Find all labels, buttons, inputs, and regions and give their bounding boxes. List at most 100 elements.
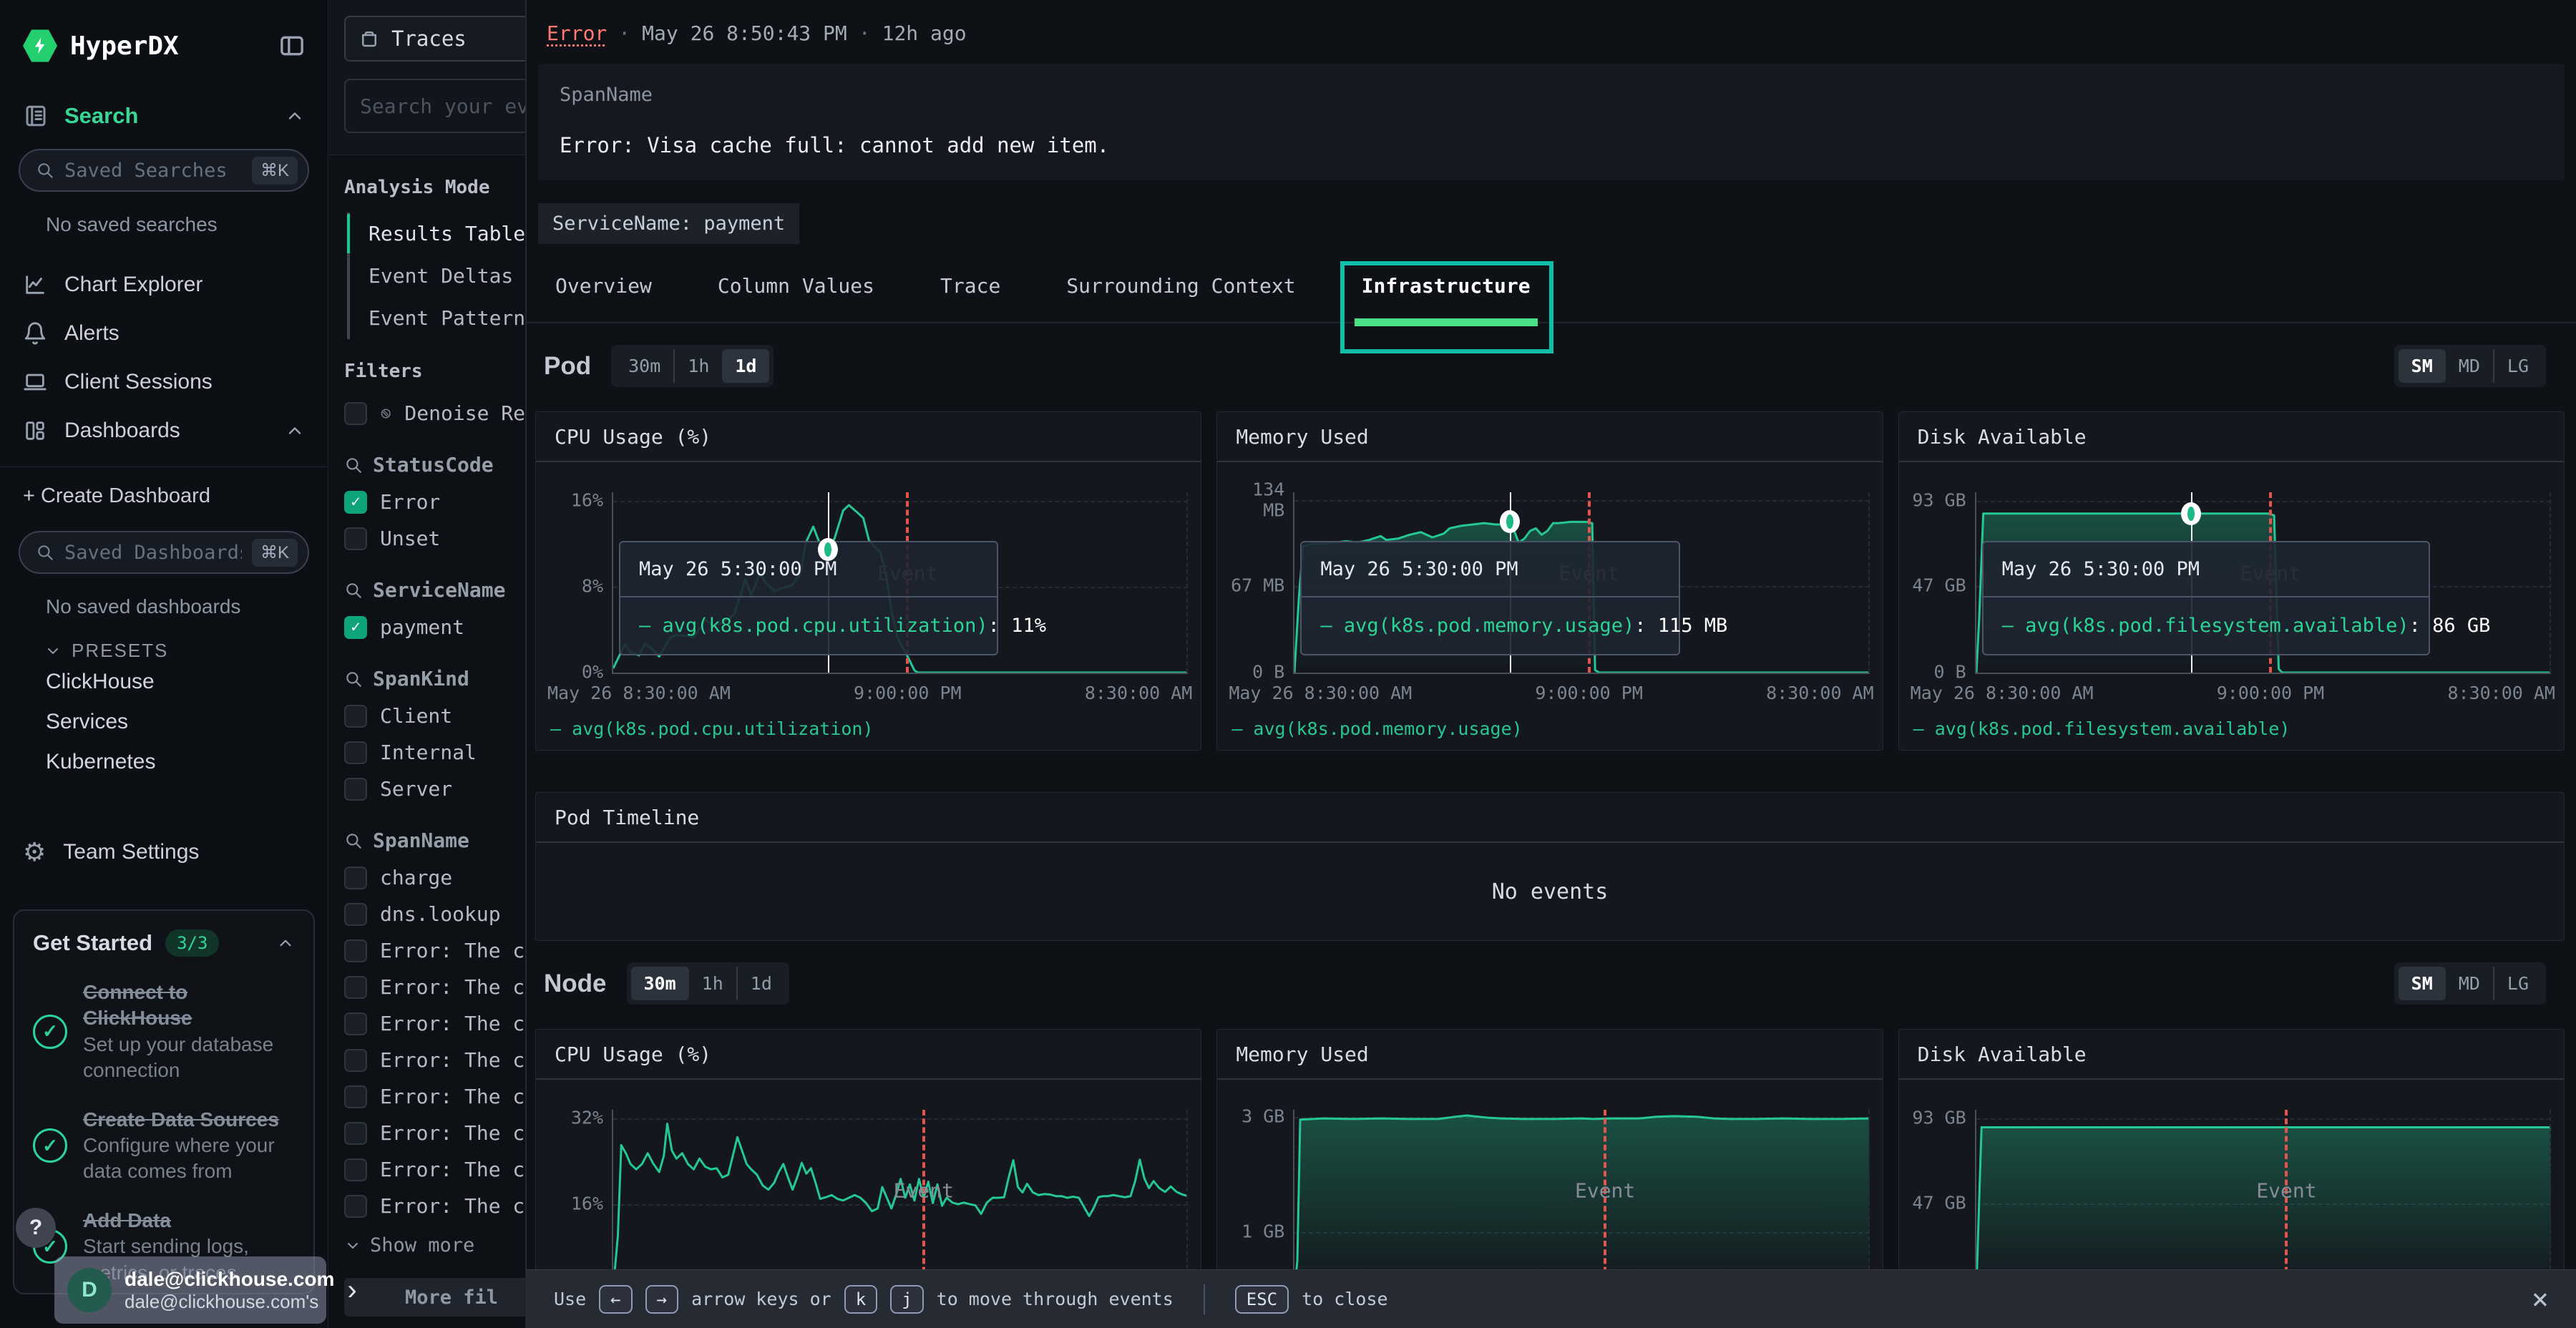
j-key[interactable]: j <box>890 1285 923 1314</box>
filter-option[interactable]: Error: The cr <box>328 1042 525 1078</box>
no-saved-searches-text: No saved searches <box>46 213 328 236</box>
more-filters-button[interactable]: More fil <box>344 1278 526 1317</box>
denoise-filter[interactable]: Denoise Re <box>328 395 525 431</box>
preset-services[interactable]: Services <box>46 702 328 742</box>
checkbox[interactable]: ✓ <box>344 616 367 639</box>
filter-option[interactable]: Error: The cr <box>328 969 525 1005</box>
analysis-mode-results-table[interactable]: Results Table <box>347 213 525 255</box>
sidebar-item-alerts[interactable]: Alerts <box>0 309 328 358</box>
tab-infrastructure[interactable]: Infrastructure <box>1362 274 1531 322</box>
checkbox[interactable] <box>344 527 367 550</box>
checkbox[interactable]: ✓ <box>344 491 367 514</box>
filter-option[interactable]: Error: The cr <box>328 1188 525 1224</box>
tab-overview[interactable]: Overview <box>555 274 652 322</box>
filter-option[interactable]: Unset <box>328 520 525 557</box>
checkbox[interactable] <box>344 778 367 801</box>
sidebar: HyperDX Search ⌘K No saved searches Char… <box>0 0 328 1328</box>
segment-option-1h[interactable]: 1h <box>689 967 736 1000</box>
filter-option[interactable]: Server <box>328 771 525 807</box>
preset-kubernetes[interactable]: Kubernetes <box>46 742 328 782</box>
denoise-checkbox[interactable] <box>344 402 367 425</box>
tab-trace[interactable]: Trace <box>940 274 1000 322</box>
user-menu[interactable]: D dale@clickhouse.com dale@clickhouse.co… <box>54 1256 326 1324</box>
search-icon <box>36 543 54 562</box>
checkbox[interactable] <box>344 939 367 962</box>
filter-option[interactable]: dns.lookup <box>328 896 525 932</box>
esc-key[interactable]: ESC <box>1235 1285 1289 1314</box>
service-name-chip[interactable]: ServiceName: payment <box>538 203 799 244</box>
filter-group-StatusCode: StatusCode <box>328 431 525 484</box>
tab-column-values[interactable]: Column Values <box>718 274 874 322</box>
analysis-mode-event-deltas[interactable]: Event Deltas <box>347 255 525 297</box>
filter-option[interactable]: Error: The cr <box>328 1151 525 1188</box>
segment-option-1d[interactable]: 1d <box>736 967 785 1000</box>
saved-searches-field[interactable] <box>64 160 242 182</box>
checkbox[interactable] <box>344 903 367 926</box>
preset-clickhouse[interactable]: ClickHouse <box>46 662 328 702</box>
step-subtitle: Set up your database connection <box>83 1032 295 1084</box>
filter-option[interactable]: Error: The cr <box>328 932 525 969</box>
help-button[interactable]: ? <box>16 1208 56 1248</box>
filter-option[interactable]: Error: The cr <box>328 1078 525 1115</box>
checkbox[interactable] <box>344 1195 367 1218</box>
checkbox[interactable] <box>344 1122 367 1145</box>
segment-option-30m[interactable]: 30m <box>631 967 689 1000</box>
sidebar-item-team-settings[interactable]: ⚙ Team Settings <box>0 825 328 879</box>
segment-option-md[interactable]: MD <box>2446 967 2493 1000</box>
collapse-sidebar-icon[interactable] <box>278 31 306 60</box>
sidebar-item-chart-explorer[interactable]: Chart Explorer <box>0 260 328 309</box>
saved-searches-input[interactable]: ⌘K <box>19 149 309 192</box>
sidebar-item-search[interactable]: Search <box>0 63 328 129</box>
get-started-step[interactable]: ✓Connect to ClickHouseSet up your databa… <box>33 980 295 1084</box>
checkbox[interactable] <box>344 705 367 728</box>
checkbox[interactable] <box>344 741 367 764</box>
segment-option-lg[interactable]: LG <box>2493 349 2542 383</box>
segment-option-30m[interactable]: 30m <box>615 349 673 383</box>
filters-label: Filters <box>344 361 525 382</box>
filter-option[interactable]: Internal <box>328 734 525 771</box>
checkbox[interactable] <box>344 1049 367 1072</box>
event-search-field[interactable] <box>360 94 526 118</box>
create-dashboard-button[interactable]: + Create Dashboard <box>0 467 328 511</box>
chevron-up-icon[interactable] <box>285 421 305 441</box>
x-axis-tick: 9:00:00 PM <box>2217 683 2325 703</box>
sidebar-item-dashboards[interactable]: Dashboards <box>0 406 328 455</box>
close-icon[interactable]: × <box>2532 1283 2549 1316</box>
checkbox[interactable] <box>344 866 367 889</box>
segment-option-1d[interactable]: 1d <box>722 349 769 383</box>
infrastructure-content: Pod 30m1h1d SMMDLG CPU Usage (%)16%8%0%E… <box>527 345 2576 1328</box>
active-tab-indicator <box>1355 318 1538 326</box>
event-search-input[interactable] <box>344 79 526 133</box>
k-key[interactable]: k <box>844 1285 877 1314</box>
get-started-header[interactable]: Get Started 3/3 <box>33 929 295 957</box>
presets-toggle[interactable]: PRESETS <box>44 640 328 662</box>
chevron-up-icon[interactable] <box>285 106 305 126</box>
segment-option-sm[interactable]: SM <box>2399 967 2446 1000</box>
segment-option-1h[interactable]: 1h <box>673 349 722 383</box>
segment-option-sm[interactable]: SM <box>2399 349 2446 383</box>
checkbox[interactable] <box>344 1085 367 1108</box>
arrow-left-key[interactable]: ← <box>599 1285 632 1314</box>
checkbox[interactable] <box>344 1012 367 1035</box>
filter-option[interactable]: Error: The cr <box>328 1115 525 1151</box>
show-more-button[interactable]: Show more <box>328 1224 525 1256</box>
checkbox[interactable] <box>344 976 367 999</box>
tab-surrounding-context[interactable]: Surrounding Context <box>1066 274 1295 322</box>
filter-option[interactable]: Client <box>328 698 525 734</box>
checkbox[interactable] <box>344 1158 367 1181</box>
segment-option-lg[interactable]: LG <box>2493 967 2542 1000</box>
sidebar-item-client-sessions[interactable]: Client Sessions <box>0 358 328 406</box>
filter-option[interactable]: Error: The cr <box>328 1005 525 1042</box>
chevron-up-icon[interactable] <box>276 934 295 952</box>
source-select[interactable]: Traces <box>344 16 526 62</box>
chart-title: Memory Used <box>1217 1030 1882 1080</box>
saved-dashboards-input[interactable]: ⌘K <box>19 531 309 574</box>
get-started-step[interactable]: ✓Create Data SourcesConfigure where your… <box>33 1107 295 1185</box>
saved-dashboards-field[interactable] <box>64 542 242 564</box>
analysis-mode-event-patterns[interactable]: Event Patterns <box>347 297 525 339</box>
arrow-right-key[interactable]: → <box>645 1285 678 1314</box>
filter-option[interactable]: charge <box>328 859 525 896</box>
filter-option[interactable]: ✓payment <box>328 609 525 645</box>
segment-option-md[interactable]: MD <box>2446 349 2493 383</box>
filter-option[interactable]: ✓Error <box>328 484 525 520</box>
